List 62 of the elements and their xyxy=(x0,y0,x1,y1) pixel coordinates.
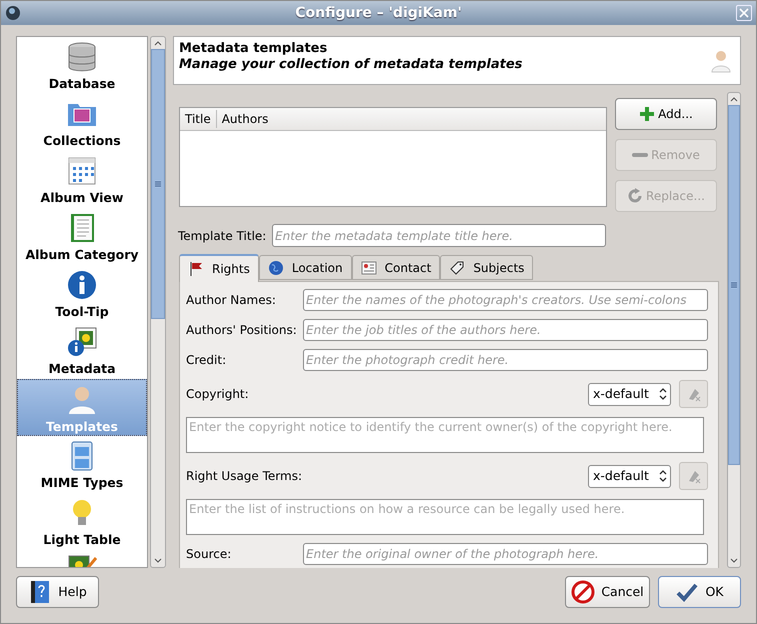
content-scrollbar[interactable] xyxy=(727,92,741,568)
template-title-field[interactable]: Enter the metadata template title here. xyxy=(272,224,606,247)
refresh-icon xyxy=(627,188,644,204)
text-field[interactable]: Enter the photograph credit here. xyxy=(303,349,708,371)
database-icon xyxy=(66,41,98,73)
field-label: Copyright: xyxy=(186,386,250,403)
plus-icon xyxy=(639,106,656,122)
tab[interactable]: Contact xyxy=(352,255,440,280)
field-label: Author Names: xyxy=(186,292,277,309)
scroll-thumb[interactable] xyxy=(728,105,740,465)
cancel-button[interactable]: Cancel xyxy=(565,576,650,608)
sidebar-item[interactable]: Tool-Tip xyxy=(17,265,147,322)
sidebar-item[interactable]: Database xyxy=(17,37,147,94)
field-label: Authors' Positions: xyxy=(186,322,298,339)
language-dropdown[interactable]: x-default xyxy=(588,382,671,406)
text-area[interactable]: Enter the copyright notice to identify the current owner(s) of the copyright here. xyxy=(186,417,704,453)
app-logo-icon xyxy=(5,5,21,21)
sidebar-item[interactable]: MIME Types xyxy=(17,436,147,493)
info-icon xyxy=(66,269,98,301)
globe-icon xyxy=(268,260,284,276)
grip-icon xyxy=(731,282,737,288)
field-label: Credit: xyxy=(186,352,228,369)
ok-button[interactable]: OK xyxy=(658,576,741,608)
clear-button[interactable] xyxy=(679,462,708,490)
flag-icon xyxy=(188,261,204,277)
page-subtitle: Manage your collection of metadata templates xyxy=(179,57,524,73)
column-header[interactable]: Authors xyxy=(216,110,274,128)
list-button[interactable]: Add... xyxy=(615,98,717,130)
text-field[interactable]: Enter the original owner of the photograph here. xyxy=(303,543,708,565)
sidebar-item[interactable]: Metadata xyxy=(17,322,147,379)
scroll-thumb[interactable] xyxy=(151,49,165,319)
cancel-icon xyxy=(571,580,596,604)
close-icon xyxy=(739,8,749,18)
window-title: Configure – 'digiKam' xyxy=(294,4,463,22)
sidebar-item[interactable]: Collections xyxy=(17,94,147,151)
tab[interactable]: Rights xyxy=(179,254,259,282)
contact-card-icon xyxy=(360,260,377,276)
close-button[interactable] xyxy=(736,5,752,21)
person-icon xyxy=(711,49,731,73)
sidebar-item[interactable]: Album Category xyxy=(17,208,147,265)
tab[interactable]: Location xyxy=(258,255,352,280)
language-dropdown[interactable]: x-default xyxy=(588,464,671,488)
sidebar-item[interactable]: Light Table xyxy=(17,493,147,550)
grid-window-icon xyxy=(66,155,98,187)
page-title: Metadata templates xyxy=(179,41,328,57)
text-field[interactable]: Enter the job titles of the authors here. xyxy=(303,319,708,341)
field-label: Right Usage Terms: xyxy=(186,468,303,485)
sidebar-item[interactable]: Album View xyxy=(17,151,147,208)
template-list[interactable]: Title Authors xyxy=(179,107,607,207)
text-field[interactable]: Enter the names of the photograph's creators. Use semi-colons xyxy=(303,289,708,311)
photo-info-icon xyxy=(66,326,98,358)
field-label: Source: xyxy=(186,546,232,563)
sidebar-scrollbar[interactable] xyxy=(150,36,166,568)
text-area[interactable]: Enter the list of instructions on how a resource can be legally used here. xyxy=(186,499,704,535)
help-button[interactable]: Help xyxy=(16,576,99,608)
template-title-label: Template Title: xyxy=(178,228,268,244)
column-header[interactable]: Title xyxy=(180,110,217,128)
grip-icon xyxy=(155,181,161,187)
clear-button[interactable] xyxy=(679,380,708,408)
person-icon xyxy=(66,384,98,416)
tag-icon xyxy=(449,260,466,276)
tab[interactable]: Subjects xyxy=(440,255,534,280)
